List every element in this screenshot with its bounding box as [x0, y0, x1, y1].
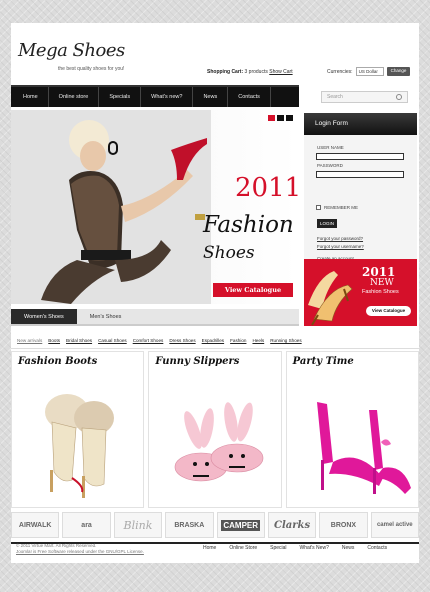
- username-label: USER NAME: [317, 145, 344, 150]
- brand-logo-bronx[interactable]: BRONX: [319, 512, 368, 538]
- category-new-arrivals[interactable]: New arrivals: [17, 338, 42, 343]
- footer-nav-contacts[interactable]: Contacts: [367, 545, 387, 551]
- promo-banner[interactable]: 2011 NEW Fashion Shoes View Catalogue: [304, 259, 417, 326]
- login-form: Login Form USER NAME PASSWORD REMEMBER M…: [304, 113, 417, 263]
- search-input[interactable]: Search: [321, 91, 408, 103]
- slider-dot-2[interactable]: [277, 115, 284, 121]
- forgot-username-link[interactable]: Forgot your username?: [317, 244, 364, 249]
- brand-logo-braska[interactable]: BRASKA: [165, 512, 214, 538]
- remember-me[interactable]: REMEMBER ME: [316, 205, 358, 210]
- category-running-shoes[interactable]: Running Shoes: [270, 338, 301, 343]
- currency-select[interactable]: US Dollar: [355, 67, 384, 76]
- category-comfort-shoes[interactable]: Comfort Shoes: [133, 338, 164, 343]
- page-container: Mega Shoes the best quality shoes for yo…: [11, 23, 419, 563]
- tab-womens-shoes[interactable]: Women's Shoes: [11, 309, 77, 324]
- forgot-password-link[interactable]: Forgot your password?: [317, 236, 363, 241]
- brand-name: Clarks: [274, 519, 311, 531]
- promo-title: NEW: [370, 278, 394, 288]
- footer-nav-online-store[interactable]: Online Store: [229, 545, 257, 551]
- license-link[interactable]: Joomla! is Free Software released under …: [16, 549, 144, 555]
- remember-checkbox[interactable]: [316, 205, 321, 210]
- brand-logo-blink[interactable]: Blink: [113, 512, 163, 538]
- footer-copyright: © 2011 Virtue Mart. All Rights Reserved.…: [16, 543, 144, 555]
- product-showcase: Fashion Boots Funny Slippers Party Time: [11, 351, 419, 508]
- category-dress-shoes[interactable]: Dress Shoes: [169, 338, 195, 343]
- currency-selector: Currencies: US Dollar Change: [327, 67, 411, 76]
- model-photo: [11, 110, 211, 304]
- login-button[interactable]: LOGIN: [317, 219, 337, 228]
- brand-name: CAMPER: [221, 519, 261, 531]
- gender-tabs: Women's Shoes Men's Shoes: [11, 309, 299, 326]
- hero-year: 2011: [235, 173, 299, 203]
- cart-label: Shopping Cart:: [207, 69, 244, 75]
- cart-count: 3 products: [244, 69, 268, 75]
- brand-logo-ara[interactable]: ara: [62, 512, 111, 538]
- footer-nav-special[interactable]: Special: [270, 545, 286, 551]
- category-casual-shoes[interactable]: Casual Shoes: [98, 338, 127, 343]
- fashion-boots-image: [45, 394, 114, 498]
- brand-name: BRONX: [330, 521, 357, 529]
- brand-logo-camper[interactable]: CAMPER: [216, 512, 265, 538]
- promo-subtitle: Fashion Shoes: [362, 289, 399, 295]
- brand-name: camel active: [376, 522, 413, 528]
- nav-item-whats-new[interactable]: What's new?: [141, 87, 194, 107]
- footer-nav-news[interactable]: News: [342, 545, 355, 551]
- nav-item-specials[interactable]: Specials: [99, 87, 142, 107]
- hero-heading: Fashion: [203, 212, 294, 238]
- brand-name: ara: [81, 521, 92, 529]
- footer-nav: Home Online Store Special What's New? Ne…: [203, 545, 387, 551]
- footer-nav-whats-new[interactable]: What's New?: [300, 545, 329, 551]
- nav-item-online-store[interactable]: Online store: [49, 87, 100, 107]
- funny-slippers-image: [175, 402, 264, 482]
- logo-tagline: the best quality shoes for you!: [58, 66, 125, 72]
- login-title: Login Form: [304, 113, 417, 135]
- slider-dot-1[interactable]: [268, 115, 275, 121]
- brand-strip: AIRWALK ara Blink BRASKA CAMPER Clarks B…: [11, 512, 419, 540]
- currency-label: Currencies:: [327, 68, 353, 75]
- party-shoes-image: [316, 402, 411, 494]
- brand-name: Blink: [123, 518, 153, 532]
- site-logo[interactable]: Mega Shoes the best quality shoes for yo…: [18, 40, 125, 72]
- nav-item-contacts[interactable]: Contacts: [228, 87, 271, 107]
- slider-dots: [268, 115, 293, 121]
- nav-item-home[interactable]: Home: [11, 87, 49, 107]
- shopping-cart-summary: Shopping Cart: 3 products Show Cart: [207, 69, 293, 75]
- category-boots[interactable]: Boots: [48, 338, 60, 343]
- hero-banner: 2011 Fashion Shoes View Catalogue: [11, 110, 299, 304]
- brand-logo-clarks[interactable]: Clarks: [267, 512, 317, 538]
- promo-year: 2011: [362, 265, 396, 279]
- footer-nav-home[interactable]: Home: [203, 545, 216, 551]
- category-fashion[interactable]: Fashion: [230, 338, 246, 343]
- search-icon[interactable]: [396, 94, 402, 100]
- brand-logo-airwalk[interactable]: AIRWALK: [11, 512, 60, 538]
- brand-logo-camel-active[interactable]: camel active: [370, 512, 419, 538]
- promo-catalogue-button[interactable]: View Catalogue: [366, 306, 411, 316]
- promo-shoes-image: [308, 271, 353, 326]
- hero-subheading: Shoes: [203, 243, 255, 263]
- password-field[interactable]: [316, 171, 404, 178]
- product-card-funny-slippers[interactable]: Funny Slippers: [148, 351, 282, 508]
- logo-title: Mega Shoes: [18, 40, 125, 61]
- username-field[interactable]: [316, 153, 404, 160]
- brand-name: BRASKA: [174, 521, 205, 529]
- tab-mens-shoes[interactable]: Men's Shoes: [77, 309, 135, 324]
- main-nav: Home Online store Specials What's new? N…: [11, 85, 299, 107]
- category-heels[interactable]: Heels: [252, 338, 264, 343]
- change-currency-button[interactable]: Change: [386, 67, 411, 76]
- brand-name: AIRWALK: [18, 521, 52, 529]
- product-card-fashion-boots[interactable]: Fashion Boots: [11, 351, 145, 508]
- password-label: PASSWORD: [317, 163, 343, 168]
- category-bridal-shoes[interactable]: Bridal Shoes: [66, 338, 92, 343]
- show-cart-link[interactable]: Show Cart: [269, 69, 292, 75]
- product-card-party-time[interactable]: Party Time: [285, 351, 419, 508]
- category-bar: New arrivals Boots Bridal Shoes Casual S…: [11, 332, 419, 349]
- slider-dot-3[interactable]: [286, 115, 293, 121]
- nav-item-news[interactable]: News: [193, 87, 229, 107]
- category-espadrilles[interactable]: Espadrilles: [202, 338, 224, 343]
- view-catalogue-button[interactable]: View Catalogue: [213, 283, 293, 297]
- remember-label: REMEMBER ME: [324, 205, 359, 210]
